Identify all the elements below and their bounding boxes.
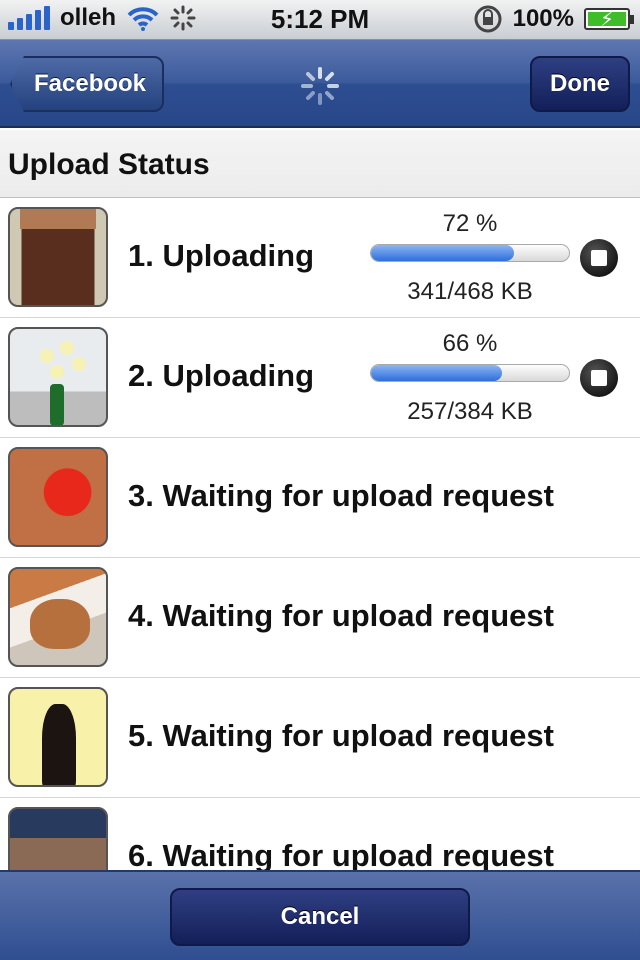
photo-thumbnail xyxy=(8,207,108,307)
upload-size: 257/384 KB xyxy=(407,398,533,425)
upload-status-label: 1. Uploading xyxy=(128,238,314,273)
activity-spinner-icon xyxy=(301,67,339,105)
done-button[interactable]: Done xyxy=(530,56,630,112)
upload-progress-fill xyxy=(371,365,502,381)
photo-thumbnail xyxy=(8,447,108,547)
upload-progress-bar xyxy=(370,244,570,262)
upload-list[interactable]: 1. Uploading 72 % 341/468 KB 2. Uploadin… xyxy=(0,198,640,870)
upload-progress-fill xyxy=(371,245,514,261)
battery-icon: ⚡ xyxy=(584,8,634,31)
section-header: Upload Status xyxy=(0,130,640,198)
stop-icon[interactable] xyxy=(580,359,618,397)
upload-status-label: 5. Waiting for upload request xyxy=(128,718,554,753)
list-item[interactable]: 2. Uploading 66 % 257/384 KB xyxy=(0,318,640,438)
battery-percent: 100% xyxy=(512,5,574,32)
list-item[interactable]: 4. Waiting for upload request xyxy=(0,558,640,678)
upload-size: 341/468 KB xyxy=(407,278,533,305)
upload-status-label: 2. Uploading xyxy=(128,358,314,393)
cancel-button[interactable]: Cancel xyxy=(170,888,470,946)
upload-status-label: 6. Waiting for upload request xyxy=(128,838,554,870)
list-item[interactable]: 6. Waiting for upload request xyxy=(0,798,640,870)
photo-thumbnail xyxy=(8,807,108,870)
photo-thumbnail xyxy=(8,327,108,427)
list-item[interactable]: 5. Waiting for upload request xyxy=(0,678,640,798)
upload-status-label: 3. Waiting for upload request xyxy=(128,478,554,513)
orientation-lock-icon xyxy=(474,5,502,33)
upload-percent: 72 % xyxy=(442,210,498,237)
list-item[interactable]: 1. Uploading 72 % 341/468 KB xyxy=(0,198,640,318)
upload-percent: 66 % xyxy=(442,330,498,357)
back-button[interactable]: Facebook xyxy=(10,56,165,112)
status-right: 100% ⚡ xyxy=(473,4,634,34)
photo-thumbnail xyxy=(8,567,108,667)
photo-thumbnail xyxy=(8,687,108,787)
upload-status-label: 4. Waiting for upload request xyxy=(128,598,554,633)
bottom-toolbar: Cancel xyxy=(0,870,640,960)
upload-progress-bar xyxy=(370,364,570,382)
stop-icon[interactable] xyxy=(580,239,618,277)
status-bar: olleh 5:12 PM 100% ⚡ xyxy=(0,0,640,40)
navigation-bar: Facebook Done xyxy=(0,40,640,128)
list-item[interactable]: 3. Waiting for upload request xyxy=(0,438,640,558)
